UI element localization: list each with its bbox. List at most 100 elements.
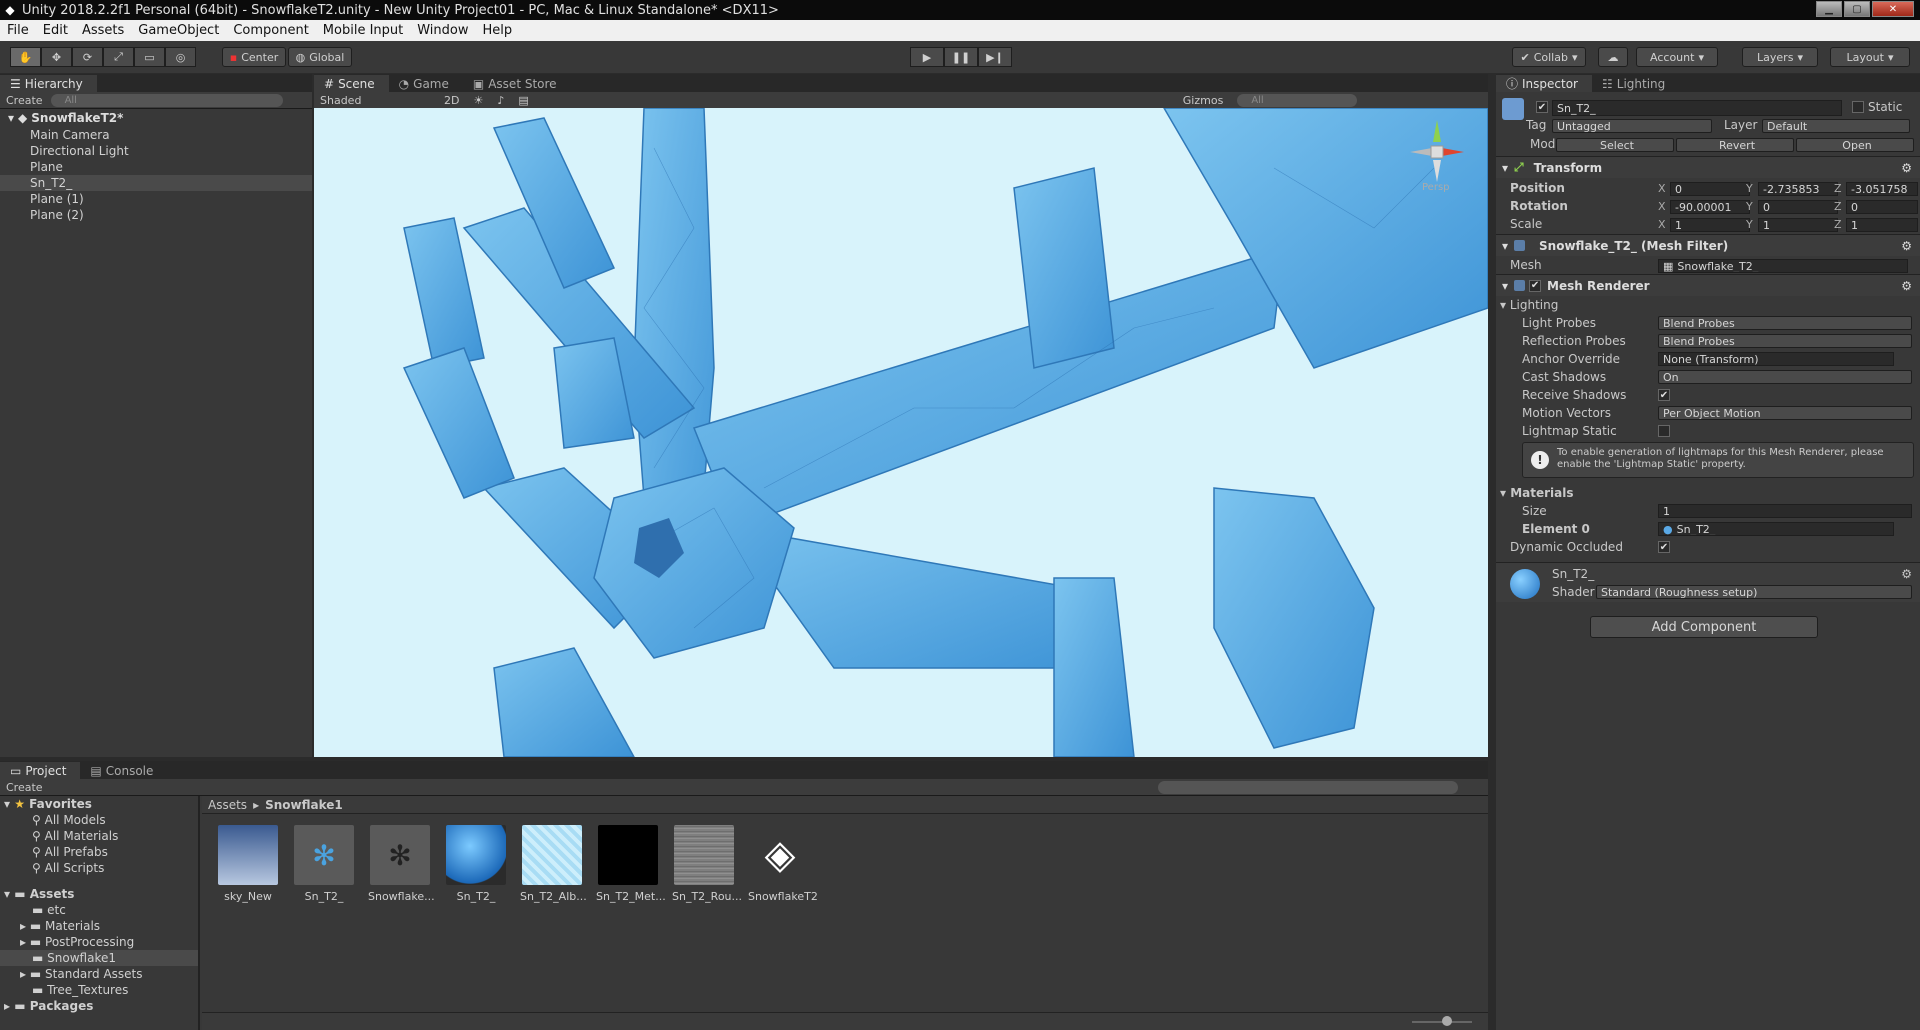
pivot-toggle[interactable]: ▪ Center (222, 47, 286, 67)
settings-gear-icon[interactable]: ⚙ (1901, 239, 1912, 253)
tab-console[interactable]: ▤ Console (80, 762, 167, 779)
anchor-override-field[interactable]: None (Transform) (1658, 352, 1894, 366)
element0-field[interactable]: ● Sn_T2_ (1658, 522, 1894, 536)
menu-assets[interactable]: Assets (75, 23, 131, 38)
scale-z-field[interactable]: 1 (1846, 218, 1918, 232)
rotation-y-field[interactable]: 0 (1758, 200, 1838, 214)
tab-game[interactable]: ◔ Game (389, 75, 463, 92)
breadcrumb-root[interactable]: Assets (208, 798, 247, 812)
collab-dropdown[interactable]: ✔ Collab ▾ (1512, 47, 1586, 67)
mesh-field[interactable]: ▦ Snowflake_T2_ (1658, 259, 1908, 273)
slider-handle[interactable] (1442, 1016, 1452, 1026)
asset-item[interactable]: sky_New (216, 825, 280, 903)
cast-shadows-dropdown[interactable]: On (1658, 370, 1912, 384)
cloud-button[interactable]: ☁ (1598, 47, 1628, 67)
reflection-probes-dropdown[interactable]: Blend Probes (1658, 334, 1912, 348)
close-button[interactable]: ✕ (1872, 1, 1914, 17)
asset-item[interactable]: ✻ Snowflake... (368, 825, 435, 903)
assets-foldout[interactable]: ▾ ▬ Assets (0, 886, 198, 902)
asset-item[interactable]: Sn_T2_Alb... (520, 825, 587, 903)
active-checkbox[interactable]: ✔ (1536, 101, 1548, 113)
tab-asset-store[interactable]: ▣ Asset Store (463, 75, 571, 92)
2d-toggle[interactable]: 2D (444, 94, 459, 107)
rect-tool-icon[interactable]: ▭ (134, 47, 165, 67)
position-x-field[interactable]: 0 (1670, 182, 1750, 196)
menu-mobile-input[interactable]: Mobile Input (316, 23, 410, 38)
asset-item[interactable]: Sn_T2_Met... (596, 825, 666, 903)
shading-dropdown[interactable]: Shaded (320, 94, 430, 107)
receive-shadows-checkbox[interactable]: ✔ (1658, 389, 1670, 401)
hierarchy-item[interactable]: Sn_T2_ (0, 175, 312, 191)
rotation-z-field[interactable]: 0 (1846, 200, 1918, 214)
folder-item[interactable]: ▬ Tree_Textures (0, 982, 198, 998)
create-dropdown[interactable]: Create (6, 94, 43, 107)
rotate-tool-icon[interactable]: ⟳ (72, 47, 103, 67)
project-create-dropdown[interactable]: Create (6, 781, 43, 794)
shader-dropdown[interactable]: Standard (Roughness setup) (1596, 585, 1912, 599)
tab-inspector[interactable]: ⓘ Inspector (1496, 75, 1592, 92)
favorite-item[interactable]: ⚲ All Prefabs (0, 844, 198, 860)
settings-gear-icon[interactable]: ⚙ (1901, 279, 1912, 293)
menu-window[interactable]: Window (410, 23, 475, 38)
scene-root[interactable]: ▾ ◆ SnowflakeT2* (0, 109, 312, 127)
asset-item[interactable]: Sn_T2_ (444, 825, 508, 903)
gizmos-dropdown[interactable]: Gizmos (1183, 94, 1224, 107)
favorite-item[interactable]: ⚲ All Models (0, 812, 198, 828)
packages-foldout[interactable]: ▸ ▬ Packages (0, 998, 198, 1014)
object-name-field[interactable]: Sn_T2_ (1552, 100, 1842, 116)
lighting-toggle-icon[interactable]: ☀ (473, 94, 483, 107)
motion-vectors-dropdown[interactable]: Per Object Motion (1658, 406, 1912, 420)
audio-toggle-icon[interactable]: ♪ (497, 94, 504, 107)
layers-dropdown[interactable]: Layers ▾ (1742, 47, 1818, 67)
favorite-item[interactable]: ⚲ All Scripts (0, 860, 198, 876)
effects-dropdown-icon[interactable]: ▤ (518, 94, 528, 107)
pause-button[interactable]: ❚❚ (944, 47, 978, 67)
lighting-foldout[interactable]: ▾ Lighting (1500, 298, 1558, 312)
scale-tool-icon[interactable]: ⤢ (103, 47, 134, 67)
material-section[interactable]: Sn_T2_ Shader Standard (Roughness setup)… (1496, 562, 1920, 602)
light-probes-dropdown[interactable]: Blend Probes (1658, 316, 1912, 330)
scale-y-field[interactable]: 1 (1758, 218, 1838, 232)
scale-x-field[interactable]: 1 (1670, 218, 1750, 232)
hierarchy-item[interactable]: Main Camera (0, 127, 312, 143)
tab-lighting[interactable]: ☷ Lighting (1592, 75, 1679, 92)
minimize-button[interactable]: ▁ (1816, 1, 1842, 17)
tab-hierarchy[interactable]: ☰ Hierarchy (0, 75, 97, 92)
folder-item[interactable]: ▸ ▬ Standard Assets (0, 966, 198, 982)
hierarchy-item[interactable]: Plane (0, 159, 312, 175)
account-dropdown[interactable]: Account ▾ (1636, 47, 1718, 67)
scene-viewport[interactable]: Persp (314, 108, 1488, 757)
asset-item[interactable]: Sn_T2_Rou... (672, 825, 742, 903)
favorite-item[interactable]: ⚲ All Materials (0, 828, 198, 844)
asset-item[interactable]: ◈ SnowflakeT2 (748, 825, 818, 903)
play-button[interactable]: ▶ (910, 47, 944, 67)
hierarchy-search[interactable]: All (50, 93, 283, 107)
scene-search[interactable]: All (1237, 93, 1358, 107)
add-component-button[interactable]: Add Component (1590, 616, 1818, 638)
position-z-field[interactable]: -3.051758 (1846, 182, 1918, 196)
rotation-x-field[interactable]: -90.00001 (1670, 200, 1750, 214)
hierarchy-item[interactable]: Plane (1) (0, 191, 312, 207)
mesh-renderer-enabled-checkbox[interactable]: ✔ (1529, 279, 1542, 292)
breadcrumb-current[interactable]: Snowflake1 (265, 798, 343, 812)
maximize-button[interactable]: ▢ (1844, 1, 1870, 17)
model-open-button[interactable]: Open (1796, 138, 1914, 152)
folder-item[interactable]: ▬ etc (0, 902, 198, 918)
menu-help[interactable]: Help (476, 23, 520, 38)
menu-gameobject[interactable]: GameObject (131, 23, 226, 38)
hierarchy-item[interactable]: Directional Light (0, 143, 312, 159)
materials-foldout[interactable]: ▾ Materials (1500, 486, 1574, 500)
hand-tool-icon[interactable]: ✋ (10, 47, 41, 67)
step-button[interactable]: ▶❙ (978, 47, 1012, 67)
layout-dropdown[interactable]: Layout ▾ (1830, 47, 1910, 67)
tab-scene[interactable]: # Scene (314, 75, 389, 92)
static-checkbox[interactable] (1852, 101, 1864, 113)
mesh-filter-header[interactable]: ▾ Snowflake_T2_ (Mesh Filter) ⚙ (1496, 234, 1920, 256)
favorites-foldout[interactable]: ▾ ★ Favorites (0, 796, 198, 812)
project-search[interactable] (1158, 780, 1458, 794)
orientation-gizmo[interactable]: Persp (1402, 112, 1472, 193)
settings-gear-icon[interactable]: ⚙ (1901, 161, 1912, 175)
folder-item[interactable]: ▸ ▬ PostProcessing (0, 934, 198, 950)
transform-tool-icon[interactable]: ◎ (165, 47, 196, 67)
tab-project[interactable]: ▭ Project (0, 762, 81, 779)
